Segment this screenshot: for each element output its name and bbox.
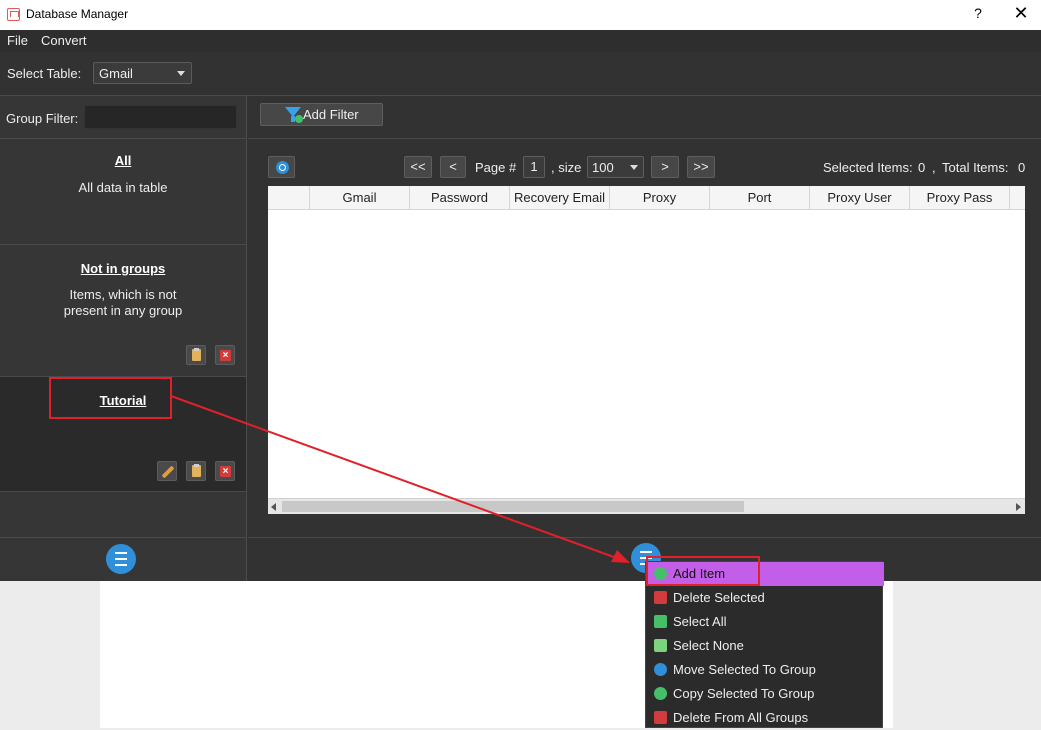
menu-file[interactable]: File: [7, 33, 28, 48]
menu-item-select-none[interactable]: Select None: [646, 634, 884, 658]
group-title: All: [114, 153, 132, 168]
add-filter-label: Add Filter: [303, 107, 359, 122]
table-select-value: Gmail: [99, 66, 133, 81]
column-header-gmail[interactable]: Gmail: [310, 186, 410, 210]
group-card-not-in-groups[interactable]: Not in groups Items, which is not presen…: [0, 244, 246, 376]
chevron-down-icon: [630, 165, 638, 170]
page-number-input[interactable]: 1: [523, 156, 545, 178]
page-size-select[interactable]: 100: [587, 156, 644, 178]
menu-bar: [0, 30, 1041, 52]
column-header-proxy-pass[interactable]: Proxy Pass: [910, 186, 1010, 210]
delete-group-button[interactable]: ×: [215, 461, 235, 481]
menu-item-select-all[interactable]: Select All: [646, 610, 884, 634]
plus-icon: [654, 687, 667, 700]
menu-item-copy-to-group[interactable]: Copy Selected To Group: [646, 682, 884, 706]
refresh-icon: [276, 161, 289, 174]
column-header-proxy[interactable]: Proxy: [610, 186, 710, 210]
menu-item-delete-selected[interactable]: Delete Selected: [646, 586, 884, 610]
close-button[interactable]: ✕: [1010, 3, 1032, 25]
copy-group-button[interactable]: [186, 345, 206, 365]
divider: [248, 138, 1041, 139]
check-icon: [654, 615, 667, 628]
first-page-button[interactable]: <<: [404, 156, 432, 178]
refresh-button[interactable]: [268, 156, 295, 178]
pencil-icon: [161, 465, 175, 479]
select-table-label: Select Table:: [7, 66, 82, 81]
column-header-port[interactable]: Port: [710, 186, 810, 210]
menu-item-delete-from-all-groups[interactable]: Delete From All Groups: [646, 706, 884, 730]
delete-icon: ×: [220, 350, 231, 361]
chevron-down-icon: [177, 71, 185, 76]
column-header-select[interactable]: [268, 186, 310, 210]
context-menu: Add Item Delete Selected Select All Sele…: [645, 561, 884, 730]
scroll-right-icon[interactable]: [1016, 503, 1021, 511]
divider: [0, 537, 247, 538]
menu-convert[interactable]: Convert: [41, 33, 87, 48]
annotation-box-add-item: [646, 556, 760, 586]
next-page-button[interactable]: >: [651, 156, 679, 178]
selected-items-label: Selected Items:: [823, 160, 913, 175]
menu-item-label: Delete Selected: [673, 590, 765, 605]
app-mail-icon: [7, 8, 20, 21]
page-size-value: 100: [592, 160, 614, 175]
scrollbar-thumb[interactable]: [282, 501, 744, 512]
group-filter-input[interactable]: [84, 105, 237, 129]
total-items-count: 0: [1018, 160, 1026, 175]
add-filter-button[interactable]: Add Filter: [260, 103, 383, 126]
table-select[interactable]: Gmail: [93, 62, 192, 84]
size-label: , size: [551, 160, 582, 175]
page-label: Page #: [475, 160, 517, 175]
menu-item-move-to-group[interactable]: Move Selected To Group: [646, 658, 884, 682]
edit-group-button[interactable]: [157, 461, 177, 481]
last-page-button[interactable]: >>: [687, 156, 715, 178]
group-filter-label: Group Filter:: [6, 111, 79, 126]
group-title: Not in groups: [80, 261, 166, 276]
group-description: All data in table: [78, 180, 168, 195]
clipboard-icon: [192, 464, 201, 477]
title-bar: Database Manager ? ✕: [0, 0, 1041, 30]
menu-item-label: Delete From All Groups: [673, 710, 809, 725]
column-header-password[interactable]: Password: [410, 186, 510, 210]
total-items-label: Total Items:: [942, 160, 1009, 175]
prev-page-button[interactable]: <: [440, 156, 466, 178]
delete-icon: ×: [220, 466, 231, 477]
menu-item-label: Select None: [673, 638, 744, 653]
delete-icon: [654, 591, 667, 604]
separator: ,: [932, 160, 936, 175]
annotation-box-tutorial: [49, 377, 172, 419]
delete-icon: [654, 711, 667, 724]
group-description-line1: Items, which is not: [69, 287, 177, 302]
copy-group-button[interactable]: [186, 461, 206, 481]
horizontal-scrollbar[interactable]: [268, 498, 1025, 514]
square-icon: [654, 639, 667, 652]
column-header-proxy-user[interactable]: Proxy User: [810, 186, 910, 210]
table-header: Gmail Password Recovery Email Proxy Port…: [268, 186, 1025, 210]
menu-item-label: Move Selected To Group: [673, 662, 816, 677]
clipboard-icon: [192, 348, 201, 361]
scroll-left-icon[interactable]: [271, 503, 276, 511]
selected-items-count: 0: [918, 160, 926, 175]
pencil-icon: [654, 663, 667, 676]
delete-group-button[interactable]: ×: [215, 345, 235, 365]
help-button[interactable]: ?: [968, 5, 988, 25]
group-card-all[interactable]: All All data in table: [0, 138, 246, 244]
menu-item-label: Copy Selected To Group: [673, 686, 815, 701]
data-table[interactable]: [268, 186, 1025, 498]
window-title: Database Manager: [26, 7, 129, 21]
group-description-line2: present in any group: [63, 303, 183, 318]
plus-icon: [295, 115, 303, 123]
column-header-recovery-email[interactable]: Recovery Email: [510, 186, 610, 210]
group-menu-list-icon[interactable]: [106, 544, 136, 574]
menu-item-label: Select All: [673, 614, 727, 629]
divider: [248, 537, 1041, 538]
